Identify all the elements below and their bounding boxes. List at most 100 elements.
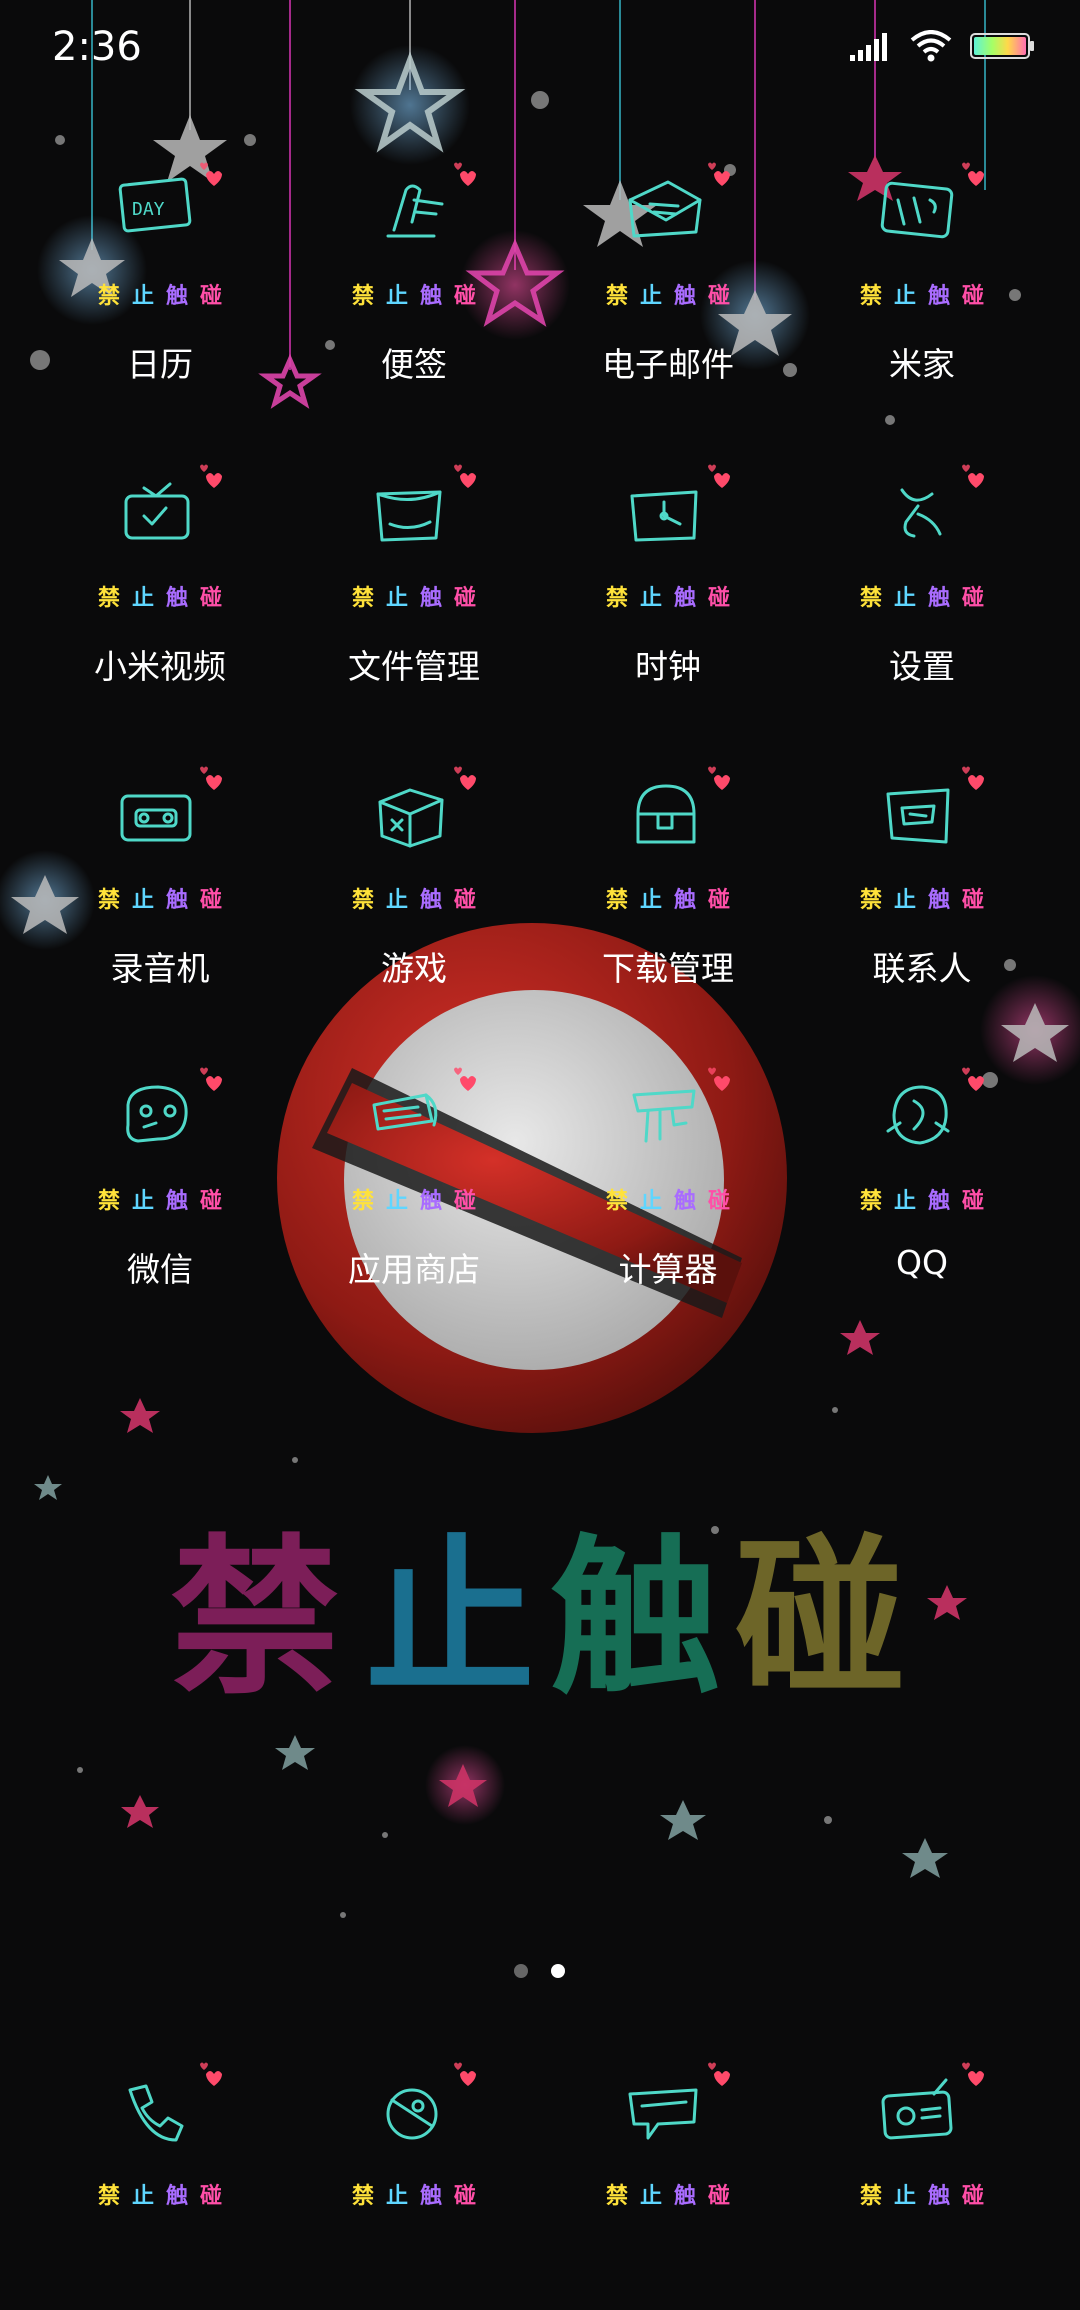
- app-radio[interactable]: 禁止触碰: [795, 2060, 1049, 2310]
- app-treasure-chest[interactable]: 禁止触碰下载管理: [541, 764, 795, 1014]
- app-tag-char: 禁: [859, 888, 882, 913]
- wallpaper-char-4: 碰: [735, 1520, 906, 1718]
- app-label: 米家: [889, 345, 955, 384]
- app-label: 微信: [127, 1250, 193, 1289]
- app-tag-char: 碰: [200, 2184, 223, 2209]
- app-tag-char: 止: [639, 2184, 662, 2209]
- app-game-cube[interactable]: 禁止触碰游戏: [287, 764, 541, 1014]
- app-tag-char: 止: [385, 2184, 408, 2209]
- app-tag-char: 禁: [97, 284, 120, 309]
- page-dot-2[interactable]: [551, 1964, 565, 1978]
- app-label: 录音机: [110, 949, 210, 988]
- app-tag: 禁止触碰: [352, 2178, 476, 2210]
- app-mijia-tools[interactable]: 禁止触碰米家: [795, 160, 1049, 410]
- app-tag-char: 触: [166, 1189, 189, 1214]
- app-tag-char: 触: [928, 888, 951, 913]
- app-tag: 禁止触碰: [98, 1183, 222, 1215]
- status-time: 2:36: [52, 24, 142, 70]
- app-tag-char: 触: [674, 1189, 697, 1214]
- app-label: 便签: [381, 345, 447, 384]
- page-indicator: [0, 1964, 1080, 1984]
- page-dot-1[interactable]: [514, 1964, 528, 1978]
- app-tag-char: 触: [928, 1189, 951, 1214]
- app-tag-char: 禁: [605, 284, 628, 309]
- app-tag-char: 触: [928, 2184, 951, 2209]
- app-clock[interactable]: 禁止触碰时钟: [541, 462, 795, 712]
- app-tag-char: 碰: [708, 888, 731, 913]
- app-tag-char: 止: [893, 888, 916, 913]
- app-tag-char: 触: [928, 586, 951, 611]
- app-tv[interactable]: 禁止触碰小米视频: [33, 462, 287, 712]
- app-camera[interactable]: 禁止触碰: [287, 2060, 541, 2310]
- app-tag-char: 碰: [708, 586, 731, 611]
- app-chat-bubble[interactable]: 禁止触碰微信: [33, 1065, 287, 1315]
- app-label: 文件管理: [348, 647, 480, 686]
- app-notes-pen[interactable]: 禁止触碰便签: [287, 160, 541, 410]
- app-calendar-day[interactable]: DAY 禁止触碰日历: [33, 160, 287, 410]
- app-tag-char: 禁: [859, 2184, 882, 2209]
- app-tag: 禁止触碰: [98, 882, 222, 914]
- app-calculator[interactable]: 禁止触碰计算器: [541, 1065, 795, 1315]
- app-tag-char: 碰: [454, 2184, 477, 2209]
- app-tag-char: 禁: [97, 2184, 120, 2209]
- app-folder-box[interactable]: 禁止触碰文件管理: [287, 462, 541, 712]
- app-tag-char: 碰: [200, 1189, 223, 1214]
- app-tag: 禁止触碰: [860, 2178, 984, 2210]
- app-tag-char: 止: [893, 2184, 916, 2209]
- app-tag-char: 禁: [605, 586, 628, 611]
- app-tag-char: 禁: [605, 1189, 628, 1214]
- app-tag-char: 止: [131, 2184, 154, 2209]
- app-tag-char: 止: [131, 1189, 154, 1214]
- app-tag-char: 碰: [200, 888, 223, 913]
- app-tag-char: 禁: [351, 888, 374, 913]
- app-label: QQ: [896, 1243, 948, 1282]
- app-label: 应用商店: [348, 1250, 480, 1289]
- app-tag-char: 触: [674, 284, 697, 309]
- app-label: 电子邮件: [602, 345, 734, 384]
- app-tag: 禁止触碰: [98, 580, 222, 612]
- svg-text:DAY: DAY: [132, 199, 165, 220]
- app-tag: 禁止触碰: [352, 580, 476, 612]
- app-tag: 禁止触碰: [860, 882, 984, 914]
- app-tag: 禁止触碰: [606, 580, 730, 612]
- app-tag: 禁止触碰: [352, 278, 476, 310]
- app-tag-char: 碰: [962, 1189, 985, 1214]
- app-tag-char: 止: [385, 284, 408, 309]
- app-message[interactable]: 禁止触碰: [541, 2060, 795, 2310]
- app-tag-char: 碰: [200, 586, 223, 611]
- app-tag-char: 止: [639, 586, 662, 611]
- app-tag-char: 止: [639, 1189, 662, 1214]
- app-tag: 禁止触碰: [860, 278, 984, 310]
- app-phone[interactable]: 禁止触碰: [33, 2060, 287, 2310]
- app-tag-char: 禁: [859, 586, 882, 611]
- app-tag-char: 触: [420, 888, 443, 913]
- app-tag-char: 触: [420, 284, 443, 309]
- app-tag-char: 碰: [962, 888, 985, 913]
- app-tag-char: 碰: [962, 586, 985, 611]
- app-wrench[interactable]: 禁止触碰设置: [795, 462, 1049, 712]
- app-tag-char: 禁: [351, 1189, 374, 1214]
- app-envelope[interactable]: 禁止触碰电子邮件: [541, 160, 795, 410]
- app-contact-card[interactable]: 禁止触碰联系人: [795, 764, 1049, 1014]
- app-store[interactable]: 禁止触碰应用商店: [287, 1065, 541, 1315]
- app-tag-char: 止: [385, 888, 408, 913]
- app-tag-char: 碰: [454, 586, 477, 611]
- app-tag: 禁止触碰: [352, 1183, 476, 1215]
- app-tag: 禁止触碰: [606, 2178, 730, 2210]
- app-label: 下载管理: [602, 949, 734, 988]
- app-tag-char: 碰: [454, 888, 477, 913]
- app-tag-char: 碰: [454, 1189, 477, 1214]
- app-tag-char: 止: [639, 888, 662, 913]
- app-tag-char: 触: [166, 888, 189, 913]
- app-label: 设置: [889, 647, 955, 686]
- signal-icon: [850, 33, 887, 61]
- app-tag-char: 禁: [859, 284, 882, 309]
- app-tag-char: 碰: [454, 284, 477, 309]
- app-penguin[interactable]: 禁止触碰 QQ: [795, 1065, 1049, 1315]
- app-cassette[interactable]: 禁止触碰录音机: [33, 764, 287, 1014]
- app-tag: 禁止触碰: [352, 882, 476, 914]
- app-tag-char: 触: [928, 284, 951, 309]
- app-tag-char: 碰: [962, 284, 985, 309]
- app-tag-char: 止: [893, 284, 916, 309]
- app-tag-char: 触: [420, 2184, 443, 2209]
